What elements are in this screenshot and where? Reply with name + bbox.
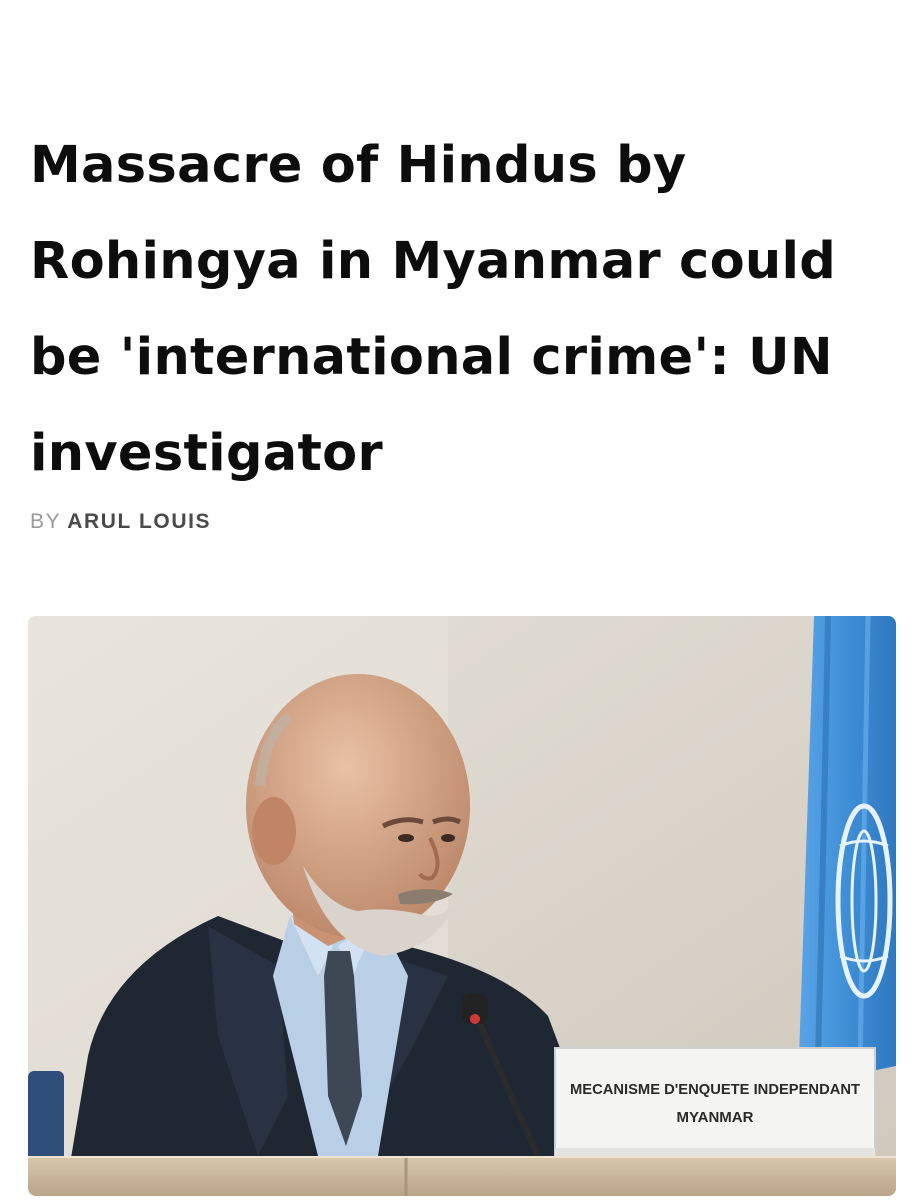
placard-line-2: MYANMAR xyxy=(677,1109,754,1126)
desk xyxy=(28,1156,896,1196)
byline: BY ARUL LOUIS xyxy=(30,510,211,534)
byline-author[interactable]: ARUL LOUIS xyxy=(67,510,211,533)
byline-prefix: BY xyxy=(30,510,62,533)
photo-illustration: MECANISME D'ENQUETE INDEPENDANT MYANMAR xyxy=(28,616,896,1196)
article-photo: MECANISME D'ENQUETE INDEPENDANT MYANMAR xyxy=(28,616,896,1196)
article: Massacre of Hindus by Rohingya in Myanma… xyxy=(0,0,921,1200)
name-placard: MECANISME D'ENQUETE INDEPENDANT MYANMAR xyxy=(554,1047,876,1167)
article-headline: Massacre of Hindus by Rohingya in Myanma… xyxy=(30,136,837,483)
chair-back xyxy=(28,1071,64,1161)
un-flag xyxy=(798,616,896,1086)
placard-line-1: MECANISME D'ENQUETE INDEPENDANT xyxy=(570,1081,860,1098)
